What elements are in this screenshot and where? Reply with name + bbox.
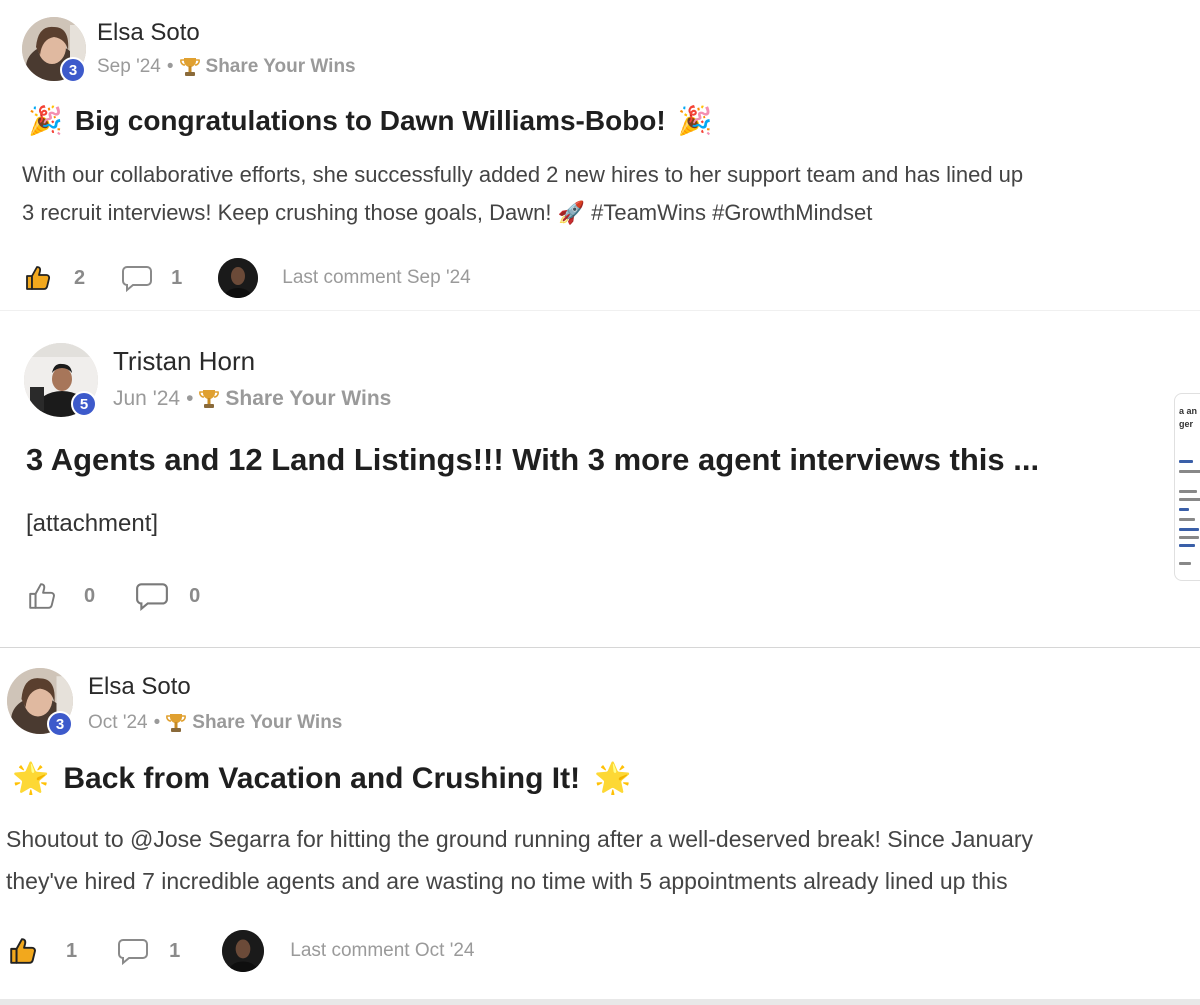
last-commenter-avatar[interactable]	[222, 930, 265, 972]
post-actions: 2 1 Last comment Sep '24	[24, 258, 471, 298]
post-title-text: Big congratulations to Dawn Williams-Bob…	[74, 104, 666, 136]
post-card[interactable]: 3 Elsa Soto Sep '24 • Share Your Wins 🎉 …	[0, 0, 1200, 310]
attachment-text: a an	[1179, 406, 1198, 416]
like-count: 0	[84, 584, 96, 607]
attachment-text: ger	[1179, 419, 1194, 429]
category-link[interactable]: Share Your Wins	[192, 712, 342, 734]
post-excerpt[interactable]: With our collaborative efforts, she succ…	[22, 156, 1023, 232]
level-badge: 3	[60, 57, 86, 83]
post-title-text: 3 Agents and 12 Land Listings!!! With 3 …	[26, 442, 1040, 477]
author-name[interactable]: Elsa Soto	[97, 19, 200, 47]
glowing-star-emoji: 🌟	[12, 762, 50, 795]
post-title[interactable]: 3 Agents and 12 Land Listings!!! With 3 …	[26, 442, 1039, 478]
glowing-star-emoji: 🌟	[594, 762, 632, 795]
post-meta: Sep '24 • Share Your Wins	[97, 56, 356, 78]
author-avatar[interactable]: 3	[22, 17, 86, 83]
post-date[interactable]: Jun '24	[113, 387, 180, 411]
excerpt-line: 3 recruit interviews! Keep crushing thos…	[22, 200, 873, 225]
like-count: 2	[74, 266, 86, 289]
author-avatar[interactable]: 3	[7, 668, 73, 737]
post-title-text: Back from Vacation and Crushing It!	[63, 761, 581, 795]
post-actions: 1 1 Last comment Oct '24	[8, 930, 474, 972]
attachment-placeholder: [attachment]	[26, 510, 159, 537]
excerpt-line: With our collaborative efforts, she succ…	[22, 162, 1024, 187]
meta-separator: •	[153, 712, 161, 733]
post-date[interactable]: Sep '24	[97, 56, 161, 78]
post-excerpt[interactable]: Shoutout to @Jose Segarra for hitting th…	[6, 818, 1033, 902]
attachment-thumbnail[interactable]: a an ger	[1174, 393, 1200, 581]
post-card[interactable]: 5 Tristan Horn Jun '24 • Share Your Wins…	[0, 310, 1200, 648]
thumbs-up-icon[interactable]	[8, 936, 38, 966]
comment-count: 1	[171, 266, 183, 289]
category-link[interactable]: Share Your Wins	[225, 387, 391, 411]
comment-bubble-icon[interactable]	[121, 264, 153, 292]
last-comment-date: Last comment Oct '24	[290, 940, 475, 961]
party-popper-emoji: 🎉	[677, 105, 713, 136]
comment-bubble-icon[interactable]	[117, 937, 149, 965]
post-meta: Jun '24 • Share Your Wins	[113, 387, 391, 411]
post-card[interactable]: 3 Elsa Soto Oct '24 • Share Your Wins 🌟 …	[0, 648, 1200, 1005]
comment-bubble-icon[interactable]	[135, 581, 169, 611]
trophy-icon	[199, 388, 220, 410]
post-meta: Oct '24 • Share Your Wins	[88, 712, 342, 734]
last-comment-date: Last comment Sep '24	[282, 267, 471, 288]
author-name[interactable]: Elsa Soto	[88, 673, 191, 701]
meta-separator: •	[186, 387, 194, 410]
excerpt-line: they've hired 7 incredible agents and ar…	[6, 868, 1008, 894]
trophy-icon	[166, 712, 187, 734]
post-excerpt[interactable]: [attachment]	[26, 505, 158, 543]
level-badge: 3	[47, 711, 73, 737]
thumbs-up-icon[interactable]	[26, 581, 58, 611]
comment-count: 1	[169, 939, 181, 962]
like-count: 1	[66, 939, 78, 962]
thumbs-up-icon[interactable]	[24, 264, 52, 292]
meta-separator: •	[166, 56, 174, 77]
level-badge: 5	[71, 391, 97, 417]
post-date[interactable]: Oct '24	[88, 712, 148, 734]
post-title[interactable]: 🎉 Big congratulations to Dawn Williams-B…	[28, 104, 713, 137]
excerpt-line: Shoutout to @Jose Segarra for hitting th…	[6, 826, 1034, 852]
comment-count: 0	[189, 584, 201, 607]
trophy-icon	[179, 56, 200, 78]
last-commenter-avatar[interactable]	[218, 258, 259, 298]
author-name[interactable]: Tristan Horn	[113, 346, 255, 377]
category-link[interactable]: Share Your Wins	[206, 56, 356, 78]
party-popper-emoji: 🎉	[28, 105, 63, 136]
author-avatar[interactable]: 5	[24, 343, 98, 417]
post-actions: 0 0	[26, 581, 200, 611]
post-title[interactable]: 🌟 Back from Vacation and Crushing It! 🌟	[12, 761, 631, 796]
